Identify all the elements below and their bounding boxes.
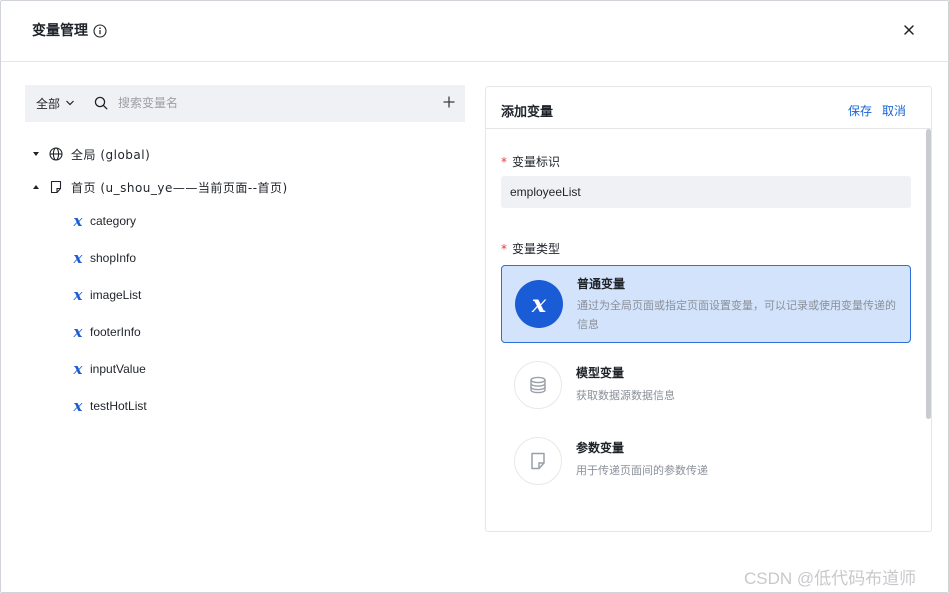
tree-variable-item[interactable]: x inputValue [69,359,146,379]
panel-title: 添加变量 [501,105,554,120]
variable-x-icon: x [73,397,83,415]
variable-x-icon: x [73,323,83,341]
tree-node-global-label: 全局 (global) [71,147,151,162]
variable-name: category [90,214,137,228]
cancel-button[interactable]: 取消 [882,102,906,119]
plus-icon[interactable] [442,95,456,109]
variable-x-icon: x [73,249,83,267]
watermark: CSDN @低代码布道师 [744,569,917,588]
dialog-title: 变量管理 [32,23,88,39]
type-option-param[interactable]: 参数变量 用于传递页面间的参数传递 [501,425,911,503]
globe-icon [49,147,63,161]
add-variable-panel: 添加变量 保存 取消 * 变量标识 * 变量类型 x 普通变量 通过为全局页面或指定… [485,86,932,532]
type-option-name: 普通变量 [577,277,626,291]
tree-variable-item[interactable]: x footerInfo [69,322,141,342]
variable-x-icon: x [73,360,83,378]
tree-variable-item[interactable]: x shopInfo [69,248,137,268]
variable-management-dialog: 变量管理 全部 全局 (glob [0,0,949,593]
panel-scrollbar[interactable] [926,129,931,419]
variable-name: testHotList [90,399,147,413]
variable-id-input[interactable] [501,176,911,208]
search-input[interactable] [118,93,418,113]
caret-right-icon[interactable] [31,149,41,159]
panel-header: 添加变量 保存 取消 [486,87,931,129]
document-icon [514,437,562,485]
tree-variable-item[interactable]: x testHotList [69,396,147,416]
caret-down-icon[interactable] [31,182,41,192]
save-button[interactable]: 保存 [848,102,872,119]
type-option-name: 参数变量 [576,441,625,455]
variable-name: imageList [90,288,142,302]
variable-name: inputValue [90,362,146,376]
tree-node-page[interactable]: 首页 (u_shou_ye——当前页面--首页) [31,177,288,197]
tree-node-global[interactable]: 全局 (global) [31,144,150,164]
tree-variable-item[interactable]: x category [69,211,137,231]
type-option-desc: 获取数据源数据信息 [576,389,675,402]
variable-type-label: * 变量类型 [501,240,560,257]
database-icon [514,361,562,409]
type-option-desc: 通过为全局页面或指定页面设置变量，可以记录或使用变量传递的信息 [577,299,896,331]
variable-type-label-text: 变量类型 [512,242,561,256]
info-circle-icon[interactable] [93,24,107,38]
dialog-header: 变量管理 [1,1,948,62]
required-mark: * [501,155,507,169]
variable-x-icon: x [515,280,563,328]
variable-name: footerInfo [90,325,141,339]
type-option-name: 模型变量 [576,366,625,380]
variable-x-icon: x [73,212,83,230]
chevron-down-icon[interactable] [65,98,75,108]
scope-dropdown[interactable]: 全部 [36,95,60,112]
variable-toolbar: 全部 [25,85,465,122]
search-icon [94,96,108,110]
variable-name: shopInfo [90,251,137,265]
type-option-normal[interactable]: x 普通变量 通过为全局页面或指定页面设置变量，可以记录或使用变量传递的信息 [501,265,911,343]
tree-variable-item[interactable]: x imageList [69,285,142,305]
tree-node-page-label: 首页 (u_shou_ye——当前页面--首页) [71,180,288,195]
variable-x-icon: x [73,286,83,304]
type-option-model[interactable]: 模型变量 获取数据源数据信息 [501,350,911,428]
variable-id-label-text: 变量标识 [512,155,561,169]
close-icon[interactable] [901,22,917,38]
page-icon [50,180,62,194]
variable-id-label: * 变量标识 [501,153,560,170]
required-mark: * [501,242,507,256]
type-option-desc: 用于传递页面间的参数传递 [576,464,708,477]
